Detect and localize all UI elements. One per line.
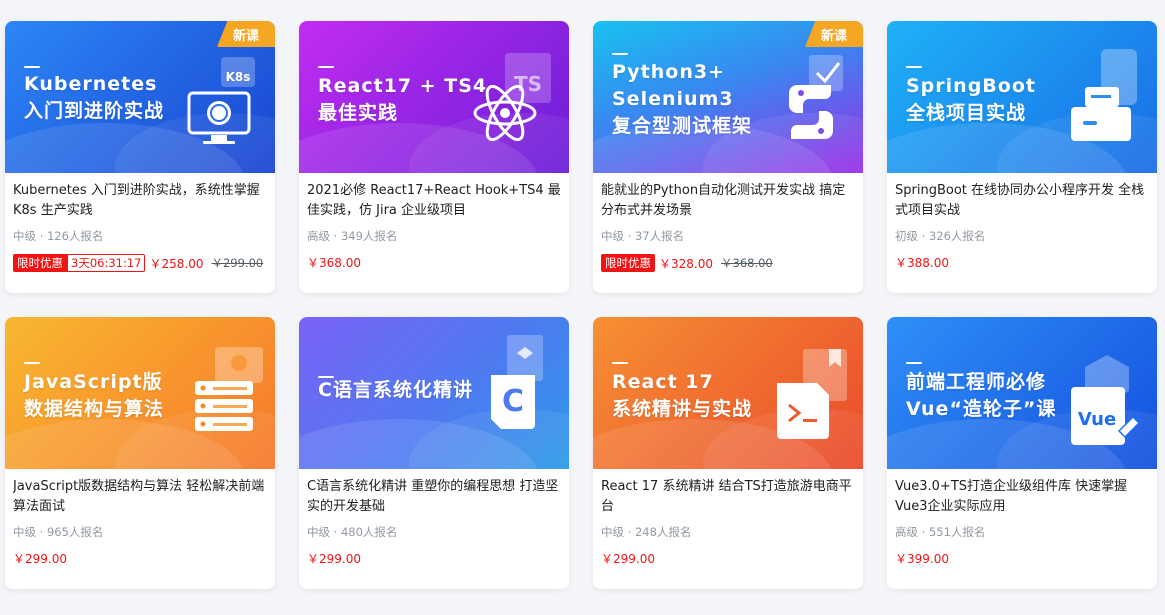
course-card[interactable]: React 17 系统精讲与实战 React 17 系统精讲 结合TS打造旅游电… (593, 317, 863, 589)
svg-text:C: C (502, 384, 524, 419)
course-card[interactable]: SpringBoot 全栈项目实战 SpringBoot 在线协同办公小程序开发… (887, 21, 1157, 293)
terminal-file-icon (773, 347, 853, 451)
course-meta: 中级 · 126人报名 (13, 229, 104, 243)
course-description: Vue3.0+TS打造企业级组件库 快速掌握Vue3企业实际应用 (895, 479, 1128, 514)
course-banner: Kubernetes 入门到进阶实战 新课 K8s (5, 21, 275, 173)
new-badge: 新课 (217, 21, 275, 47)
course-banner: JavaScript版 数据结构与算法 (5, 317, 275, 469)
promo-label: 限时优惠 (13, 254, 67, 272)
banner-title: React 17 系统精讲与实战 (612, 371, 753, 420)
course-meta: 中级 · 965人报名 (13, 525, 104, 539)
course-description: C语言系统化精讲 重塑你的编程思想 打造坚实的开发基础 (307, 479, 559, 514)
old-price: ￥299.00 (211, 256, 264, 270)
price: ￥399.00 (895, 552, 949, 566)
course-meta: 高级 · 349人报名 (307, 229, 398, 243)
promo-label: 限时优惠 (601, 254, 655, 272)
course-banner: React 17 系统精讲与实战 (593, 317, 863, 469)
banner-title: C语言系统化精讲 (318, 379, 473, 401)
course-card[interactable]: React17 + TS4 最佳实践 TS 2021必修 React17+Rea… (299, 21, 569, 293)
new-badge: 新课 (805, 21, 863, 47)
banner-title: Python3+ Selenium3 复合型测试框架 (612, 61, 753, 137)
banner-title: React17 + TS4 最佳实践 (318, 75, 488, 124)
price: ￥368.00 (307, 256, 361, 270)
course-description: 2021必修 React17+React Hook+TS4 最佳实践，仿 Jir… (307, 183, 561, 218)
price: ￥328.00 (659, 256, 713, 271)
react-icon: TS (469, 51, 559, 155)
svg-text:TS: TS (514, 72, 542, 96)
course-card[interactable]: Kubernetes 入门到进阶实战 新课 K8s Kubernetes 入门到… (5, 21, 275, 293)
price: ￥258.00 (149, 256, 204, 271)
price: ￥299.00 (601, 552, 655, 566)
course-description: React 17 系统精讲 结合TS打造旅游电商平台 (601, 479, 852, 514)
folder-phone-icon (1067, 47, 1147, 151)
course-meta: 中级 · 480人报名 (307, 525, 398, 539)
course-meta: 高级 · 551人报名 (895, 525, 986, 539)
course-banner: 前端工程师必修 Vue“造轮子”课 Vue (887, 317, 1157, 469)
course-meta: 中级 · 248人报名 (601, 525, 692, 539)
python-icon (781, 53, 851, 147)
old-price: ￥368.00 (721, 256, 773, 270)
course-banner: SpringBoot 全栈项目实战 (887, 21, 1157, 173)
c-language-icon: C (485, 335, 555, 439)
course-description: 能就业的Python自动化测试开发实战 搞定分布式并发场景 (601, 183, 846, 218)
course-card[interactable]: JavaScript版 数据结构与算法 JavaScript版数据结构与算法 轻… (5, 317, 275, 589)
banner-title: JavaScript版 数据结构与算法 (24, 371, 165, 420)
course-description: Kubernetes 入门到进阶实战，系统性掌握 K8s 生产实践 (13, 183, 260, 218)
svg-text:K8s: K8s (226, 70, 251, 84)
server-stack-icon (191, 347, 271, 451)
price: ￥299.00 (307, 552, 361, 566)
banner-title: SpringBoot 全栈项目实战 (906, 75, 1036, 124)
banner-title: Kubernetes 入门到进阶实战 (24, 73, 165, 122)
course-description: JavaScript版数据结构与算法 轻松解决前端算法面试 (13, 479, 265, 514)
kubernetes-monitor-icon: K8s (185, 51, 265, 155)
course-meta: 初级 · 326人报名 (895, 229, 986, 243)
countdown-timer: 3天06:31:17 (67, 254, 146, 272)
course-banner: C语言系统化精讲 C (299, 317, 569, 469)
course-meta: 中级 · 37人报名 (601, 229, 685, 243)
course-description: SpringBoot 在线协同办公小程序开发 全栈式项目实战 (895, 183, 1145, 218)
course-banner: Python3+ Selenium3 复合型测试框架 新课 (593, 21, 863, 173)
course-banner: React17 + TS4 最佳实践 TS (299, 21, 569, 173)
course-card[interactable]: Python3+ Selenium3 复合型测试框架 新课 能就业的Python… (593, 21, 863, 293)
vue-icon: Vue (1067, 351, 1147, 455)
price: ￥299.00 (13, 552, 67, 566)
banner-title: 前端工程师必修 Vue“造轮子”课 (906, 371, 1057, 420)
svg-text:Vue: Vue (1078, 409, 1116, 430)
price: ￥388.00 (895, 256, 949, 270)
course-card[interactable]: C语言系统化精讲 C C语言系统化精讲 重塑你的编程思想 打造坚实的开发基础 中… (299, 317, 569, 589)
course-card[interactable]: 前端工程师必修 Vue“造轮子”课 Vue Vue3.0+TS打造企业级组件库 … (887, 317, 1157, 589)
